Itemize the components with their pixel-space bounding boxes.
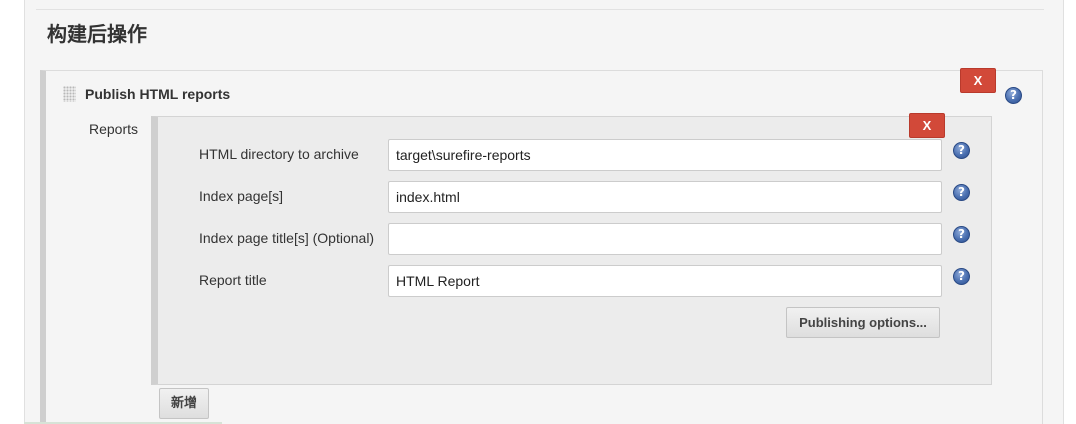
- report-title-input[interactable]: [388, 265, 942, 297]
- index-pages-input[interactable]: [388, 181, 942, 213]
- index-pages-label: Index page[s]: [199, 188, 284, 204]
- report-title-help-icon[interactable]: ?: [953, 268, 970, 285]
- delete-publisher-button[interactable]: X: [960, 68, 996, 93]
- report-title-label: Report title: [199, 272, 267, 288]
- add-report-button[interactable]: 新增: [159, 388, 209, 419]
- index-page-titles-label: Index page title[s] (Optional): [199, 230, 375, 246]
- publisher-help-icon[interactable]: ?: [1005, 87, 1022, 104]
- publishing-options-button[interactable]: Publishing options...: [786, 307, 940, 338]
- index-page-titles-input[interactable]: [388, 223, 942, 255]
- index-pages-help-icon[interactable]: ?: [953, 184, 970, 201]
- drag-handle-icon[interactable]: [63, 86, 76, 102]
- delete-report-button[interactable]: X: [909, 113, 945, 138]
- html-directory-input[interactable]: [388, 139, 942, 171]
- divider: [36, 9, 1044, 10]
- html-directory-help-icon[interactable]: ?: [953, 142, 970, 159]
- html-directory-label: HTML directory to archive: [199, 146, 359, 162]
- publisher-title: Publish HTML reports: [85, 86, 231, 102]
- index-page-titles-help-icon[interactable]: ?: [953, 226, 970, 243]
- reports-label: Reports: [89, 121, 139, 137]
- section-title: 构建后操作: [47, 22, 147, 46]
